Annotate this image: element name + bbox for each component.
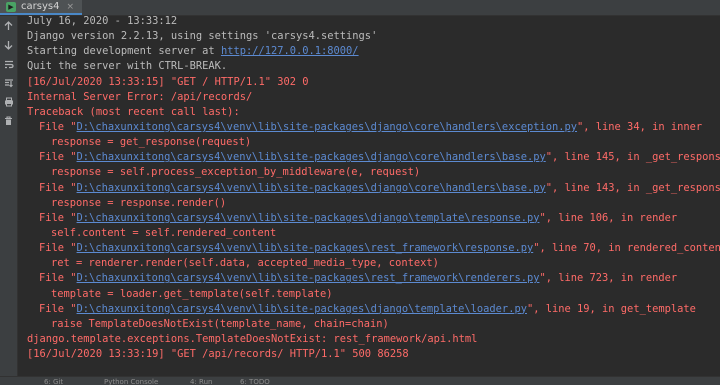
console-output[interactable]: July 16, 2020 - 13:33:12 Django version 2… xyxy=(27,14,720,375)
server-url-link[interactable]: http://127.0.0.1:8000/ xyxy=(221,45,359,57)
file-location: ", line 19, in get_template xyxy=(526,302,696,315)
file-path-link[interactable]: D:\chaxunxitong\carsys4\venv\lib\site-pa… xyxy=(77,303,527,315)
statusbar-todo[interactable]: 6: TODO xyxy=(240,377,270,385)
close-icon[interactable]: × xyxy=(66,2,74,12)
statusbar-git[interactable]: 6: Git xyxy=(44,377,63,385)
file-path-link[interactable]: D:\chaxunxitong\carsys4\venv\lib\site-pa… xyxy=(77,212,540,224)
file-prefix: File " xyxy=(39,302,77,315)
console-error-line: django.template.exceptions.TemplateDoesN… xyxy=(27,332,478,345)
traceback-code-line: self.content = self.rendered_content xyxy=(51,226,277,239)
statusbar-python-console[interactable]: Python Console xyxy=(104,377,158,385)
traceback-file-line: File "D:\chaxunxitong\carsys4\venv\lib\s… xyxy=(27,150,720,165)
traceback-code-line: response = self.process_exception_by_mid… xyxy=(51,166,421,179)
traceback-file-line: File "D:\chaxunxitong\carsys4\venv\lib\s… xyxy=(27,211,720,226)
console-line: Quit the server with CTRL-BREAK. xyxy=(27,60,228,73)
file-path-link[interactable]: D:\chaxunxitong\carsys4\venv\lib\site-pa… xyxy=(77,151,546,163)
console-line: Django version 2.2.13, using settings 'c… xyxy=(27,30,378,43)
scroll-to-end-icon[interactable] xyxy=(0,75,17,91)
console-text: Starting development server at xyxy=(27,45,221,58)
file-location: ", line 70, in rendered_content xyxy=(533,242,720,255)
file-prefix: File " xyxy=(39,242,77,255)
traceback-code-line: response = response.render() xyxy=(51,196,227,209)
file-prefix: File " xyxy=(39,181,77,194)
tab-label: carsys4 xyxy=(21,1,60,12)
file-prefix: File " xyxy=(39,272,77,285)
traceback-code-line: raise TemplateDoesNotExist(template_name… xyxy=(51,317,389,330)
console-error-line: [16/Jul/2020 13:33:19] "GET /api/records… xyxy=(27,348,409,361)
traceback-file-line: File "D:\chaxunxitong\carsys4\venv\lib\s… xyxy=(27,181,720,196)
console-toolbar xyxy=(0,16,18,377)
console-error-line: Internal Server Error: /api/records/ xyxy=(27,90,253,103)
file-path-link[interactable]: D:\chaxunxitong\carsys4\venv\lib\site-pa… xyxy=(77,182,546,194)
traceback-file-line: File "D:\chaxunxitong\carsys4\venv\lib\s… xyxy=(27,302,720,317)
console-error-line: Traceback (most recent call last): xyxy=(27,105,240,118)
file-prefix: File " xyxy=(39,151,77,164)
console-line: Starting development server at http://12… xyxy=(27,44,720,59)
traceback-code-line: template = loader.get_template(self.temp… xyxy=(51,287,333,300)
arrow-up-icon[interactable] xyxy=(0,18,17,34)
file-location: ", line 106, in render xyxy=(539,211,678,224)
file-path-link[interactable]: D:\chaxunxitong\carsys4\venv\lib\site-pa… xyxy=(77,272,540,284)
tab-carsys4[interactable]: ▶ carsys4 × xyxy=(0,0,82,15)
django-run-icon: ▶ xyxy=(6,1,16,12)
traceback-code-line: ret = renderer.render(self.data, accepte… xyxy=(51,257,439,270)
traceback-code-line: response = get_response(request) xyxy=(51,136,252,149)
file-location: ", line 143, in _get_response xyxy=(545,181,720,194)
file-path-link[interactable]: D:\chaxunxitong\carsys4\venv\lib\site-pa… xyxy=(77,121,577,133)
status-bar: 6: Git Python Console 4: Run 6: TODO xyxy=(0,376,720,385)
print-icon[interactable] xyxy=(0,94,17,110)
file-path-link[interactable]: D:\chaxunxitong\carsys4\venv\lib\site-pa… xyxy=(77,242,534,254)
statusbar-run[interactable]: 4: Run xyxy=(190,377,212,385)
file-location: ", line 723, in render xyxy=(539,272,678,285)
file-prefix: File " xyxy=(39,211,77,224)
trash-icon[interactable] xyxy=(0,113,17,129)
file-prefix: File " xyxy=(39,120,77,133)
console-line: July 16, 2020 - 13:33:12 xyxy=(27,15,178,27)
file-location: ", line 34, in inner xyxy=(577,120,703,133)
soft-wrap-icon[interactable] xyxy=(0,56,17,72)
file-location: ", line 145, in _get_response xyxy=(545,151,720,164)
console-error-line: [16/Jul/2020 13:33:15] "GET / HTTP/1.1" … xyxy=(27,75,309,88)
arrow-down-icon[interactable] xyxy=(0,37,17,53)
traceback-file-line: File "D:\chaxunxitong\carsys4\venv\lib\s… xyxy=(27,241,720,256)
traceback-file-line: File "D:\chaxunxitong\carsys4\venv\lib\s… xyxy=(27,271,720,286)
traceback-file-line: File "D:\chaxunxitong\carsys4\venv\lib\s… xyxy=(27,120,720,135)
